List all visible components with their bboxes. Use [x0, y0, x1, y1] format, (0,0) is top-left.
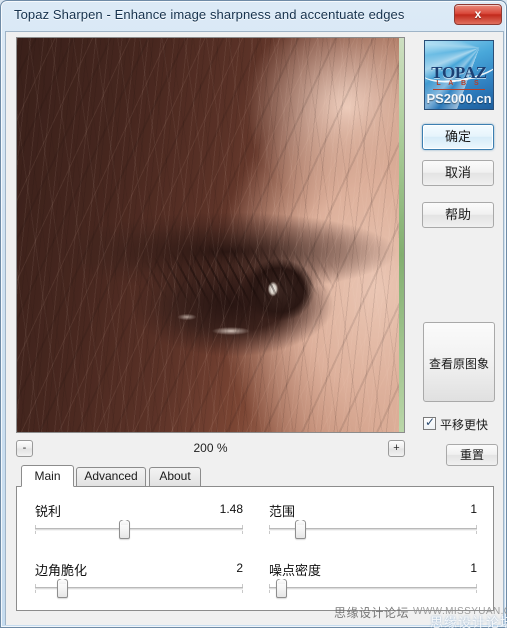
- tab-main[interactable]: Main: [21, 465, 74, 487]
- zoom-in-button[interactable]: +: [388, 440, 405, 457]
- watermark-forum: 思缘设计论坛: [334, 606, 410, 620]
- view-original-label: 查看原图象: [428, 357, 489, 371]
- checkbox-box: ✓: [423, 415, 436, 430]
- slider-track-sharpen[interactable]: [35, 528, 243, 531]
- topaz-labs-logo: TOPAZ L A B S PS2000.cn: [424, 40, 494, 110]
- watermark-ghost: 思缘设计论坛: [430, 615, 507, 628]
- slider-value-noise-density: 1: [470, 561, 477, 575]
- slider-value-sharpen: 1.48: [219, 502, 243, 516]
- close-button[interactable]: x: [454, 4, 502, 25]
- slider-value-edge-crispening: 2: [236, 561, 243, 575]
- zoom-bar: - 200 % +: [16, 438, 405, 460]
- slider-track-noise-density[interactable]: [269, 587, 477, 590]
- slider-thumb-noise-density[interactable]: [276, 579, 288, 598]
- faster-pan-checkbox[interactable]: ✓ 平移更快: [423, 415, 503, 434]
- tab-about[interactable]: About: [149, 467, 201, 486]
- reset-button[interactable]: 重置: [446, 444, 498, 466]
- application-window: Topaz Sharpen - Enhance image sharpness …: [0, 0, 507, 628]
- zoom-level-label: 200 %: [193, 441, 228, 455]
- slider-thumb-radius[interactable]: [295, 520, 307, 539]
- slider-label-radius: 范围: [269, 504, 296, 519]
- cancel-button[interactable]: 取消: [422, 160, 494, 186]
- slider-thumb-edge-crispening[interactable]: [57, 579, 69, 598]
- faster-pan-label: 平移更快: [440, 418, 489, 432]
- window-title: Topaz Sharpen - Enhance image sharpness …: [14, 7, 405, 22]
- check-icon: ✓: [425, 415, 436, 429]
- logo-sub-text: L A B S: [436, 80, 482, 87]
- help-button[interactable]: 帮助: [422, 202, 494, 228]
- slider-label-noise-density: 噪点密度: [269, 563, 322, 578]
- logo-divider: [433, 89, 485, 90]
- close-icon: x: [474, 7, 482, 21]
- tab-advanced[interactable]: Advanced: [76, 467, 146, 486]
- preview-edge-artifact: [399, 38, 404, 432]
- slider-thumb-sharpen[interactable]: [119, 520, 131, 539]
- client-area: - 200 % + TOPAZ L A B S PS2000.cn 确定 取消 …: [5, 31, 504, 625]
- preview-photo: [17, 38, 404, 432]
- slider-label-edge-crispening: 边角脆化: [35, 563, 88, 578]
- tab-panel-main: 锐利 1.48 范围 1 边角脆化 2 噪点密度 1: [16, 486, 494, 611]
- ok-button[interactable]: 确定: [422, 124, 494, 150]
- image-preview[interactable]: [16, 37, 405, 433]
- slider-label-sharpen: 锐利: [35, 504, 62, 519]
- tab-bar: Main Advanced About: [16, 465, 494, 487]
- logo-site-watermark: PS2000.cn: [426, 91, 492, 106]
- slider-value-radius: 1: [470, 502, 477, 516]
- eyelash-texture-layer: [112, 234, 362, 314]
- title-bar: Topaz Sharpen - Enhance image sharpness …: [1, 1, 506, 31]
- view-original-button[interactable]: 查看原图象: [423, 322, 495, 402]
- screenshot-root: Topaz Sharpen - Enhance image sharpness …: [0, 0, 507, 628]
